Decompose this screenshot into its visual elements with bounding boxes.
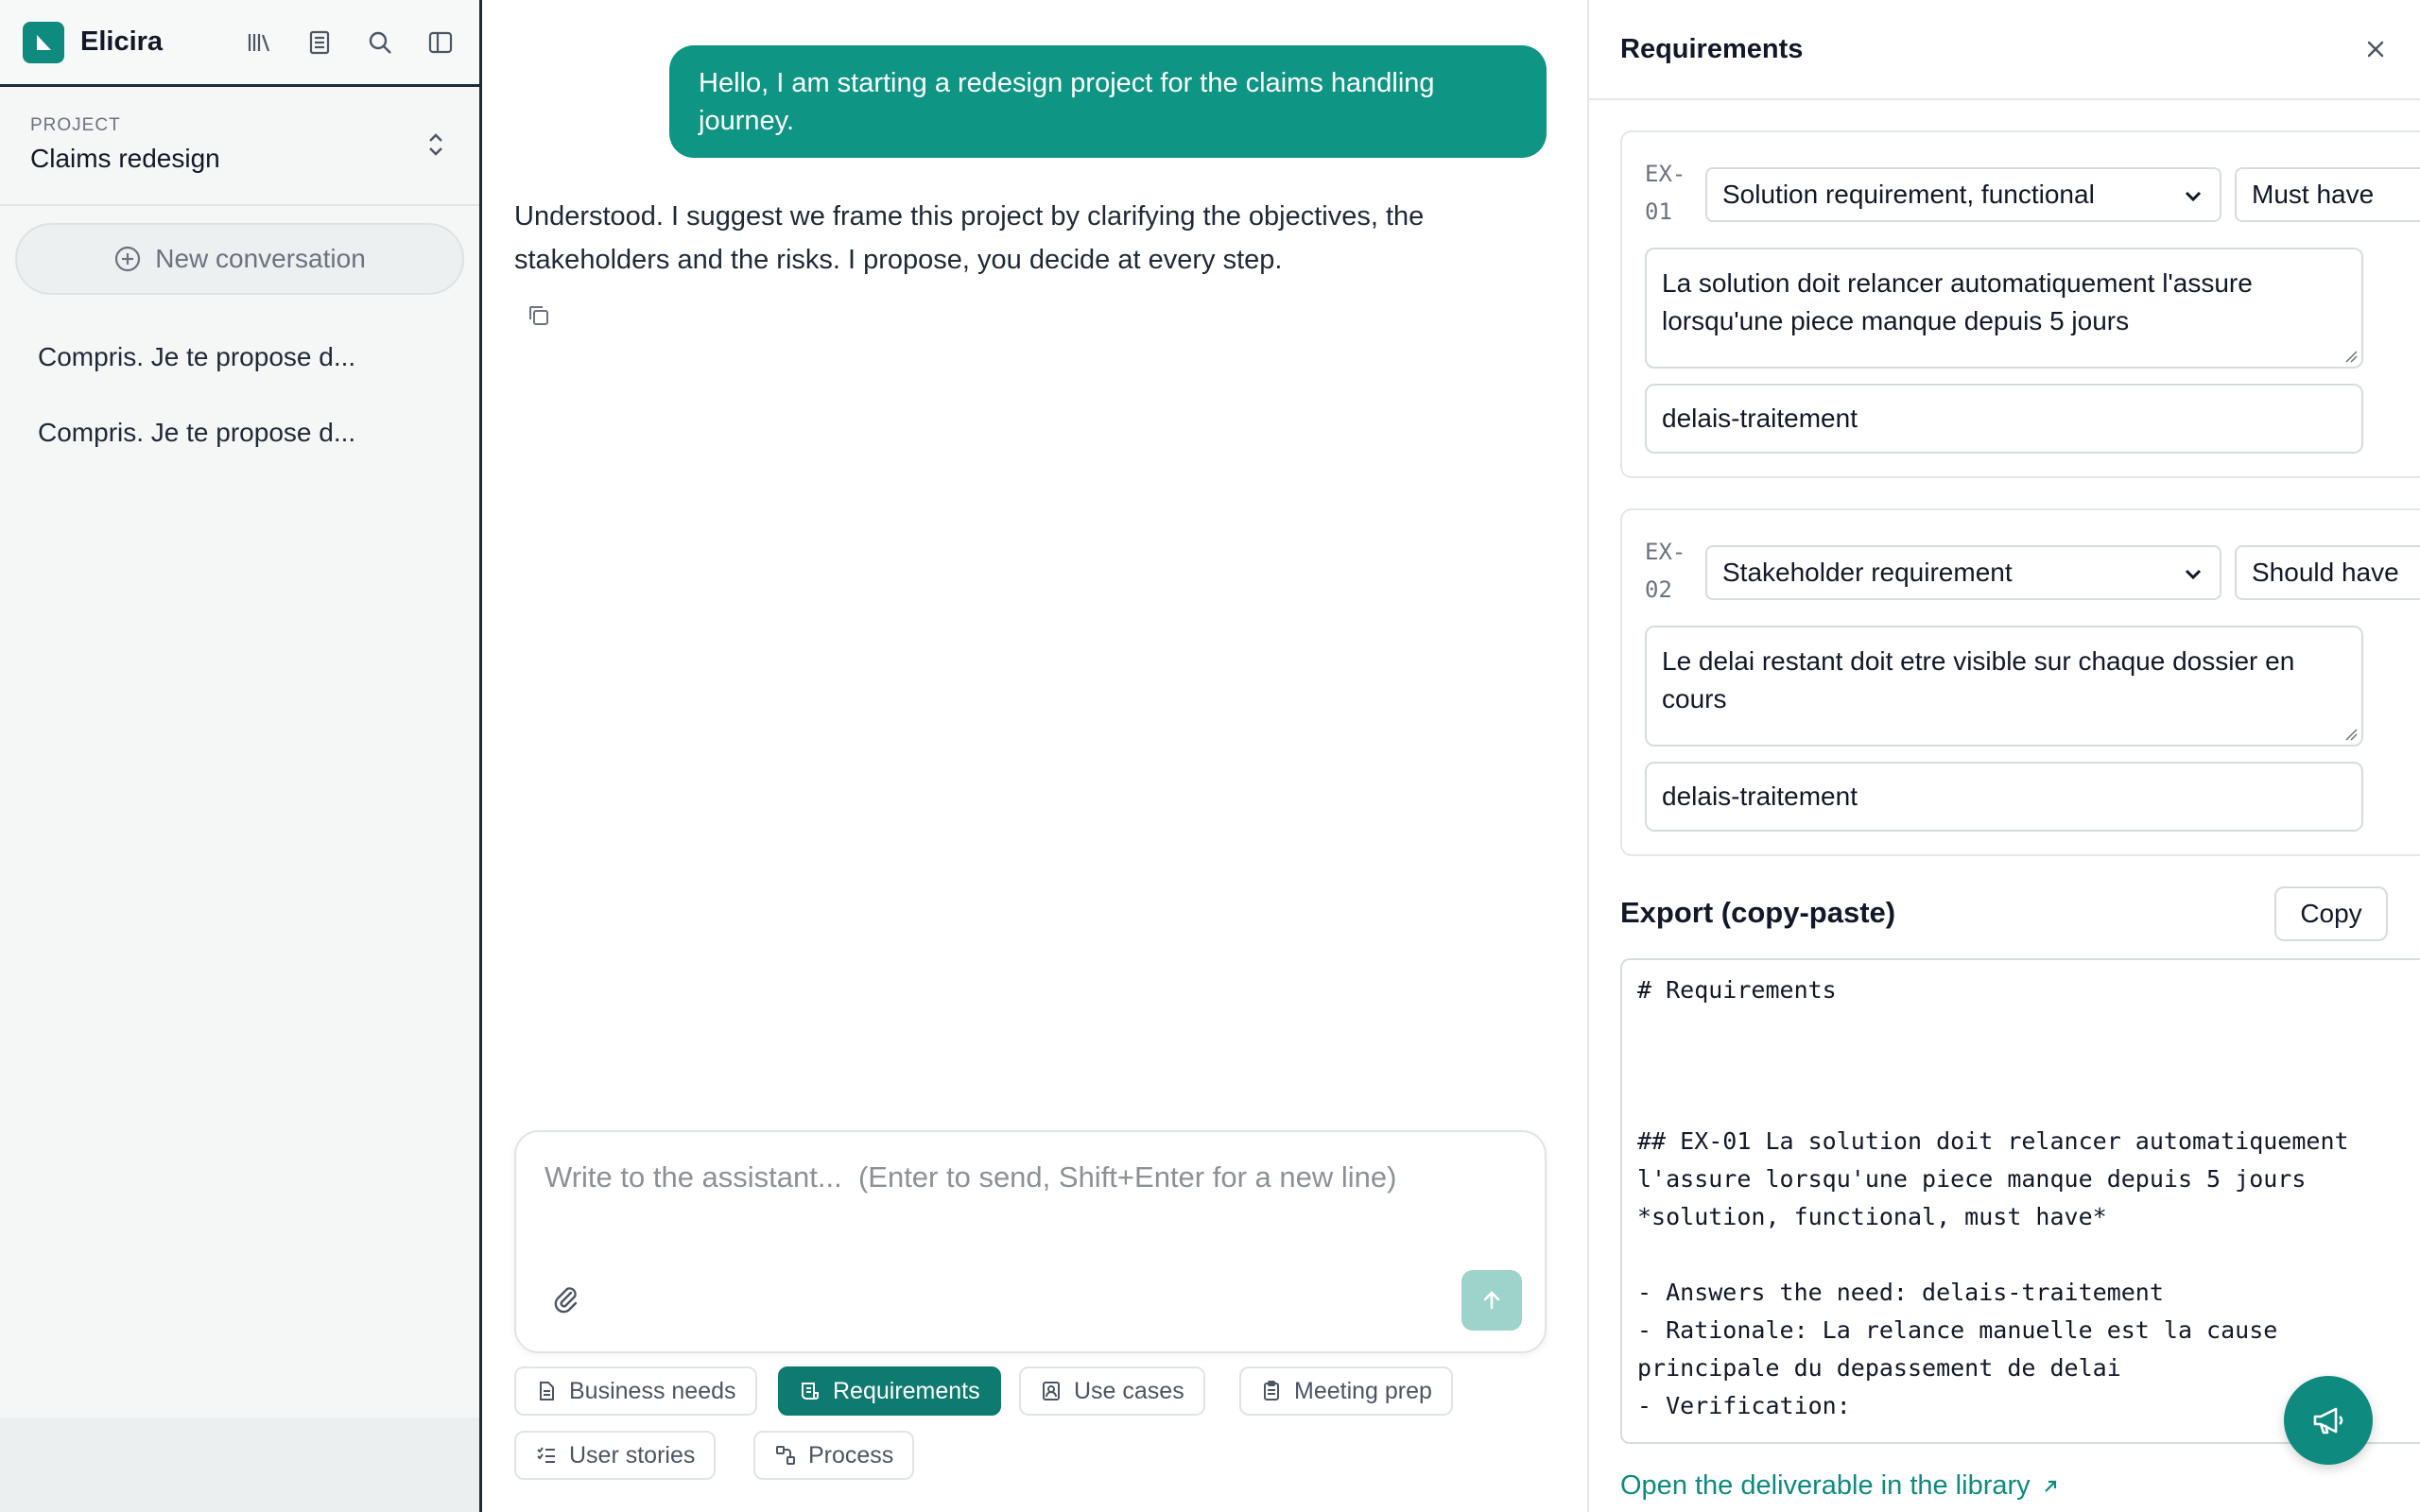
requirement-card: EX-02 Stakeholder requirement Should hav… [1620,508,2420,856]
export-textarea[interactable]: # Requirements ## EX-01 La solution doit… [1620,958,2420,1444]
plus-circle-icon [113,245,142,273]
chevron-down-icon [2182,184,2204,207]
requirement-text: La solution doit relancer automatiquemen… [1662,268,2253,335]
sidebar-footer [0,1418,479,1512]
requirement-id: EX-02 [1645,539,1686,603]
library-link-label: Open the deliverable in the library [1620,1470,2031,1501]
requirement-type-value: Stakeholder requirement [1722,558,2013,587]
sidebar-toggle-icon[interactable] [424,26,457,59]
chip-requirements[interactable]: Requirements [778,1366,1001,1416]
requirement-type-value: Solution requirement, functional [1722,180,2095,209]
chip-business-needs[interactable]: Business needs [514,1366,757,1416]
chevron-updown-icon [424,130,447,159]
process-icon [774,1444,797,1467]
requirement-priority-select[interactable]: Must have [2235,167,2420,222]
requirement-need-field[interactable]: delais-traitement [1645,384,2363,454]
search-icon[interactable] [364,26,396,59]
document-icon [535,1380,558,1402]
send-button[interactable] [1461,1270,1522,1331]
chip-label: Business needs [569,1377,736,1404]
project-label: PROJECT [30,115,121,135]
chat-area: Hello, I am starting a redesign project … [485,0,1587,1512]
paperclip-icon[interactable] [550,1283,580,1314]
panel-title: Requirements [1620,33,1804,64]
chip-meeting-prep[interactable]: Meeting prep [1239,1366,1453,1416]
requirement-priority-value: Should have [2252,558,2399,587]
resize-grip-icon[interactable] [2344,350,2358,363]
chip-label: User stories [569,1441,696,1469]
clipboard-icon [1260,1380,1283,1402]
chip-label: Requirements [833,1377,980,1404]
feedback-button[interactable] [2284,1376,2373,1465]
chip-label: Meeting prep [1294,1377,1432,1404]
requirement-text-field[interactable]: La solution doit relancer automatiquemen… [1645,248,2363,369]
requirement-priority-select[interactable]: Should have [2235,545,2420,600]
chip-label: Use cases [1074,1377,1184,1404]
user-card-icon [1040,1380,1063,1402]
requirement-priority-value: Must have [2252,180,2375,209]
open-library-link[interactable]: Open the deliverable in the library [1620,1470,2059,1502]
requirement-need-field[interactable]: delais-traitement [1645,762,2363,832]
conversation-item[interactable]: Compris. Je te propose d... [0,395,479,471]
project-name: Claims redesign [30,144,220,173]
requirements-icon [799,1380,821,1402]
chevron-down-icon [2182,562,2204,585]
app-name: Elicira [80,26,164,57]
app-logo [23,21,64,63]
message-composer [514,1130,1547,1353]
conversation-list: Compris. Je te propose d... Compris. Je … [0,319,479,471]
sidebar: Elicira PROJECT Claims redesign New conv… [0,0,482,1512]
requirement-text-field[interactable]: Le delai restant doit etre visible sur c… [1645,626,2363,747]
panel-header: Requirements [1589,0,2420,100]
chip-user-stories[interactable]: User stories [514,1431,717,1480]
export-title: Export (copy-paste) [1620,896,1896,929]
copy-icon[interactable] [526,302,552,329]
requirement-text: Le delai restant doit etre visible sur c… [1662,646,2295,713]
user-message: Hello, I am starting a redesign project … [669,45,1547,158]
requirement-type-select[interactable]: Stakeholder requirement [1705,545,2221,600]
export-copy-button[interactable]: Copy [2274,886,2388,941]
requirement-id: EX-01 [1645,161,1686,225]
conversation-item[interactable]: Compris. Je te propose d... [0,319,479,395]
project-selector[interactable]: PROJECT Claims redesign [0,87,479,206]
checklist-icon [535,1444,558,1467]
resize-grip-icon[interactable] [2344,728,2358,741]
chip-use-cases[interactable]: Use cases [1019,1366,1205,1416]
chip-label: Process [808,1441,894,1469]
new-conversation-button[interactable]: New conversation [15,223,464,295]
assistant-message: Understood. I suggest we frame this proj… [514,201,1425,275]
library-icon[interactable] [243,26,275,59]
new-conversation-label: New conversation [155,244,366,273]
requirement-card: EX-01 Solution requirement, functional M… [1620,130,2420,478]
close-icon[interactable] [2362,36,2389,62]
message-input[interactable] [544,1160,1518,1255]
arrow-up-icon [1478,1287,1505,1314]
document-icon[interactable] [303,26,336,59]
export-text: # Requirements ## EX-01 La solution doit… [1637,976,2349,1419]
megaphone-icon [2309,1401,2347,1439]
sidebar-header: Elicira [0,0,479,87]
requirement-type-select[interactable]: Solution requirement, functional [1705,167,2221,222]
external-arrow-icon [2042,1478,2059,1495]
requirements-panel: Requirements EX-01 Solution requirement,… [1587,0,2420,1512]
chip-process[interactable]: Process [753,1431,915,1480]
